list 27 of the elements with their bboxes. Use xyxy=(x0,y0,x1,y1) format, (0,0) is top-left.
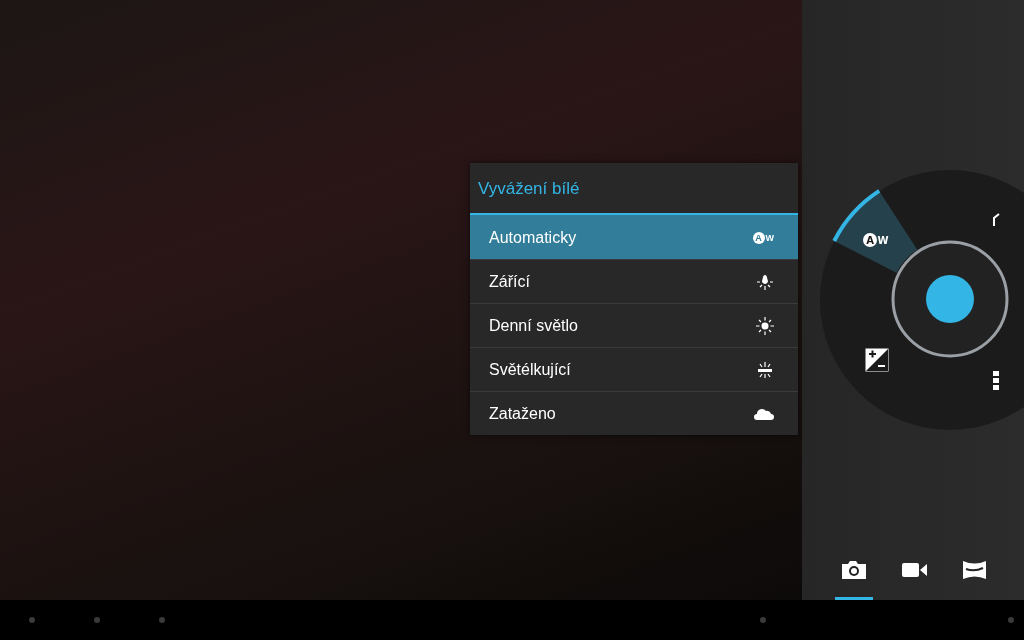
option-label: Zářící xyxy=(489,272,530,291)
video-camera-icon xyxy=(901,562,927,577)
option-label: Zataženo xyxy=(489,404,556,423)
option-label: Denní světlo xyxy=(489,316,578,335)
nav-dot-icon[interactable] xyxy=(760,617,766,623)
bulb-icon xyxy=(756,272,774,291)
nav-dot-icon[interactable] xyxy=(94,617,100,623)
selected-segment[interactable] xyxy=(832,189,918,273)
nav-dot-icon[interactable] xyxy=(159,617,165,623)
fluorescent-lamp-icon xyxy=(756,360,774,379)
menu-option[interactable]: Zataženo xyxy=(470,391,798,435)
menu-option[interactable]: Zářící xyxy=(470,259,798,303)
menu-option[interactable]: Denní světlo xyxy=(470,303,798,347)
exposure-icon[interactable] xyxy=(865,348,889,372)
corner-bracket-icon[interactable] xyxy=(993,213,1000,227)
cloud-icon xyxy=(754,407,774,420)
camera-icon xyxy=(842,560,866,579)
option-label: Světélkující xyxy=(489,360,571,379)
panorama-icon xyxy=(962,560,986,579)
shutter-button[interactable] xyxy=(891,240,1009,358)
sun-icon xyxy=(756,316,774,335)
menu-option[interactable]: Automaticky A W xyxy=(470,215,798,259)
nav-dot-icon[interactable] xyxy=(29,617,35,623)
more-icon[interactable] xyxy=(993,371,999,390)
menu-option[interactable]: Světélkující xyxy=(470,347,798,391)
option-label: Automaticky xyxy=(489,228,577,247)
nav-dot-icon[interactable] xyxy=(1008,617,1014,623)
